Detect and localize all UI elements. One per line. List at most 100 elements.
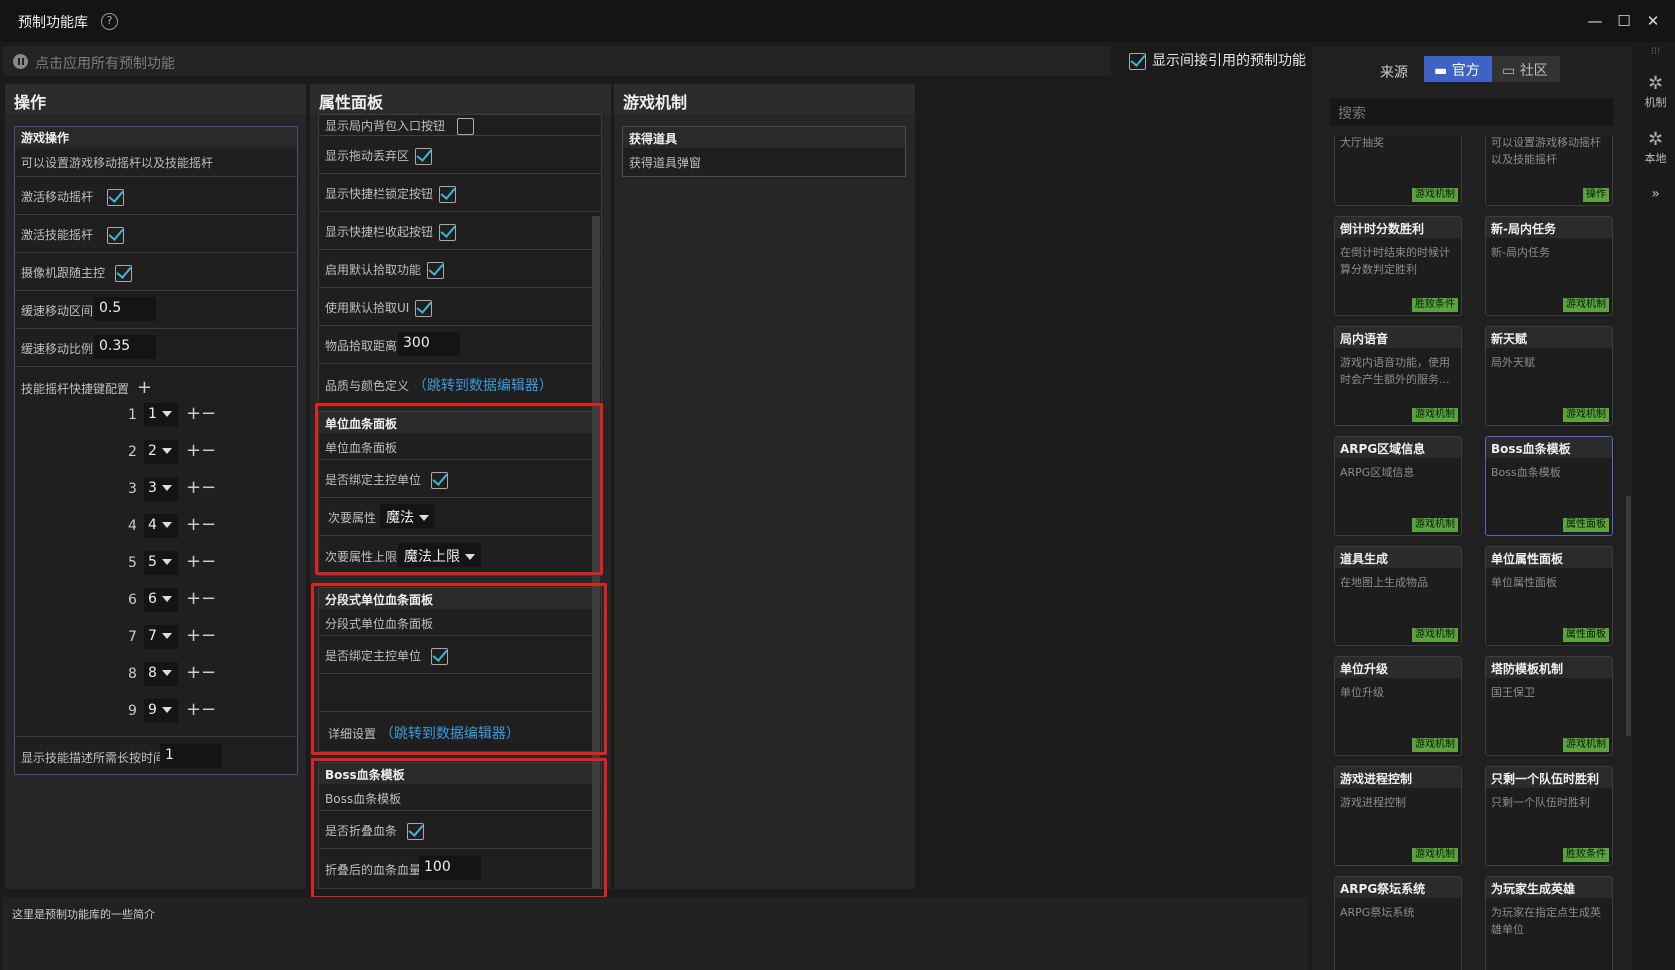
activate-move-checkbox[interactable]: [106, 189, 124, 206]
skill-key-select[interactable]: 6: [144, 588, 178, 612]
chevron-down-icon: [161, 448, 172, 454]
quality-jump-link[interactable]: （跳转到数据编辑器）: [413, 378, 553, 394]
add-key-icon[interactable]: +: [186, 662, 201, 683]
sidebar-item-mech[interactable]: ✲ 机制: [1636, 74, 1675, 110]
remove-key-icon[interactable]: −: [201, 699, 216, 720]
prefab-card[interactable]: 单位属性面板 单位属性面板 属性面板: [1485, 546, 1613, 646]
get-item-card[interactable]: 获得道具 获得道具弹窗: [622, 126, 906, 177]
library-description-text: 这里是预制功能库的一些简介: [12, 908, 155, 921]
activate-skill-checkbox[interactable]: [106, 227, 124, 244]
chevron-down-icon: [161, 707, 172, 713]
prefab-card-tag: 游戏机制: [1412, 628, 1458, 642]
attr-toggle-label: 显示快捷栏收起按钮: [325, 225, 434, 239]
add-key-icon[interactable]: +: [186, 440, 201, 461]
add-key-icon[interactable]: +: [186, 588, 201, 609]
skill-key-select[interactable]: 5: [144, 551, 178, 575]
add-key-icon[interactable]: +: [186, 403, 201, 424]
add-key-icon[interactable]: +: [186, 514, 201, 535]
chevron-down-icon: [161, 633, 172, 639]
pickup-range-input[interactable]: 300: [398, 332, 460, 356]
prefab-card[interactable]: ARPG区域信息 ARPG区域信息 游戏机制: [1334, 436, 1462, 536]
remove-key-icon[interactable]: −: [201, 588, 216, 609]
remove-key-icon[interactable]: −: [201, 477, 216, 498]
skill-key-select[interactable]: 8: [144, 662, 178, 686]
search-input[interactable]: 搜索: [1330, 98, 1613, 126]
skill-key-select[interactable]: 2: [144, 440, 178, 464]
slow-zone-label: 缓速移动区间: [21, 304, 94, 318]
backpack-entry-label: 显示局内背包入口按钮: [325, 119, 446, 133]
prefab-card[interactable]: ARPG祭坛系统 ARPG祭坛系统: [1334, 876, 1462, 970]
prefab-card[interactable]: 新-局内任务 新-局内任务 游戏机制: [1485, 216, 1613, 316]
close-icon[interactable]: ✕: [1642, 10, 1664, 32]
prefab-card-desc: 为玩家在指定点生成英雄单位: [1491, 906, 1601, 936]
pause-icon[interactable]: [13, 54, 28, 69]
prefab-card-desc: Boss血条模板: [1491, 466, 1561, 479]
attr-toggle-checkbox[interactable]: [439, 224, 457, 241]
remove-key-icon[interactable]: −: [201, 514, 216, 535]
prefab-card[interactable]: 单位升级 单位升级 游戏机制: [1334, 656, 1462, 756]
prefab-card-desc: 单位升级: [1340, 686, 1384, 699]
skill-keys-label: 技能摇杆快捷键配置: [21, 382, 130, 396]
prefab-card-tag: 属性面板: [1563, 628, 1609, 642]
backpack-entry-checkbox[interactable]: [456, 118, 474, 135]
minimize-icon[interactable]: —: [1584, 10, 1606, 32]
maximize-icon[interactable]: ☐: [1613, 10, 1635, 32]
slow-zone-row: 缓速移动区间 0.5: [15, 291, 297, 329]
skill-key-select[interactable]: 4: [144, 514, 178, 538]
attr-toggle-checkbox[interactable]: [427, 262, 445, 279]
skill-key-select[interactable]: 7: [144, 625, 178, 649]
remove-key-icon[interactable]: −: [201, 440, 216, 461]
prefab-card[interactable]: 只剩一个队伍时胜利 只剩一个队伍时胜利 胜败条件: [1485, 766, 1613, 866]
library-scrollbar[interactable]: [1626, 496, 1631, 736]
mech-column: 游戏机制: [614, 84, 915, 889]
prefab-card-title: 单位升级: [1335, 657, 1461, 678]
skill-key-select[interactable]: 3: [144, 477, 178, 501]
attr-column-title: 属性面板: [310, 84, 611, 114]
prefab-card[interactable]: 新天赋 局外天赋 游戏机制: [1485, 326, 1613, 426]
slow-zone-input[interactable]: 0.5: [94, 297, 156, 321]
attr-toggle-checkbox[interactable]: [415, 148, 433, 165]
add-key-icon[interactable]: +: [186, 551, 201, 572]
prefab-card-title: 新-局内任务: [1486, 217, 1612, 238]
camera-follow-label: 摄像机跟随主控: [21, 266, 106, 280]
activate-move-label: 激活移动摇杆: [21, 190, 94, 204]
prefab-card-desc: 新-局内任务: [1491, 246, 1550, 259]
prefab-card[interactable]: 为玩家生成英雄 为玩家在指定点生成英雄单位: [1485, 876, 1613, 970]
prefab-card-tag: 属性面板: [1563, 518, 1609, 532]
drag-handle-icon[interactable]: ⁝⁝⁝: [1636, 46, 1675, 57]
tab-community[interactable]: ▭ 社区: [1492, 56, 1560, 82]
attr-toggle-checkbox[interactable]: [439, 186, 457, 203]
attr-toggle-checkbox[interactable]: [415, 300, 433, 317]
prefab-card[interactable]: 局内语音 游戏内语音功能，使用时会产生额外的服务... 游戏机制: [1334, 326, 1462, 426]
skill-key-select[interactable]: 9: [144, 699, 178, 723]
prefab-card[interactable]: 倒计时分数胜利 在倒计时结束的时候计算分数判定胜利 胜败条件: [1334, 216, 1462, 316]
slow-ratio-input[interactable]: 0.35: [94, 335, 156, 359]
prefab-card[interactable]: 塔防模板机制 国王保卫 游戏机制: [1485, 656, 1613, 756]
camera-follow-checkbox[interactable]: [114, 265, 132, 282]
tab-official[interactable]: ▬ 官方: [1424, 56, 1492, 82]
remove-key-icon[interactable]: −: [201, 625, 216, 646]
apply-all-bar[interactable]: 点击应用所有预制功能: [3, 46, 1111, 76]
remove-key-icon[interactable]: −: [201, 662, 216, 683]
add-skill-key-icon[interactable]: +: [137, 377, 152, 398]
add-key-icon[interactable]: +: [186, 699, 201, 720]
remove-key-icon[interactable]: −: [201, 403, 216, 424]
add-key-icon[interactable]: +: [186, 625, 201, 646]
prefab-card[interactable]: 大厅抽奖大厅抽奖游戏机制: [1334, 136, 1462, 206]
prefab-card[interactable]: 游戏操作可以设置游戏移动摇杆以及技能摇杆操作: [1485, 136, 1613, 206]
help-icon[interactable]: ?: [101, 13, 118, 30]
attr-toggle-row: 显示快捷栏锁定按钮: [319, 174, 601, 212]
longpress-input[interactable]: 1: [160, 744, 222, 768]
remove-key-icon[interactable]: −: [201, 551, 216, 572]
chevron-down-icon: [161, 485, 172, 491]
prefab-card[interactable]: 游戏进程控制 游戏进程控制 游戏机制: [1334, 766, 1462, 866]
sidebar-item-local[interactable]: ✲ 本地: [1636, 130, 1675, 166]
expand-icon[interactable]: »: [1636, 186, 1675, 202]
prefab-card[interactable]: 道具生成 在地图上生成物品 游戏机制: [1334, 546, 1462, 646]
show-indirect-checkbox[interactable]: [1129, 52, 1146, 70]
add-key-icon[interactable]: +: [186, 477, 201, 498]
show-indirect-toggle[interactable]: 显示间接引用的预制功能: [1129, 50, 1306, 70]
apply-all-text: 点击应用所有预制功能: [35, 56, 175, 72]
skill-key-select[interactable]: 1: [144, 403, 178, 427]
prefab-card[interactable]: Boss血条模板 Boss血条模板 属性面板: [1485, 436, 1613, 536]
